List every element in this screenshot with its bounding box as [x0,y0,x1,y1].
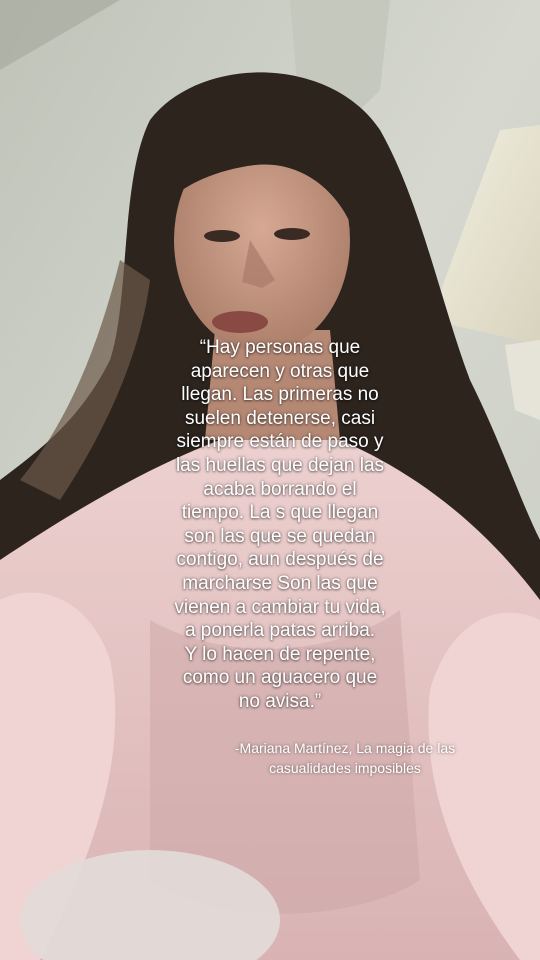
quote-line: acaba borrando el [203,478,357,500]
right-eye [274,228,310,240]
quote-line: vienen a cambiar tu vida, [174,596,386,618]
quote-line: como un aguacero que [182,667,378,689]
quote-attribution: -Mariana Martínez, La magia de las casua… [200,739,490,778]
attribution-line: casualidades imposibles [269,759,421,776]
quote-line: marcharse Son las que [182,572,378,594]
quote-line: contigo, aun después de [176,549,384,571]
quote-line: tiempo. La s que llegan [181,502,379,524]
quote-line: aparecen y otras que [190,360,370,382]
quote-text: “Hay personas que aparecen y otras que l… [130,336,430,714]
quote-line: a ponerla patas arriba. [184,620,376,642]
quote-line: las huellas que dejan las [175,454,385,476]
quote-line: Y lo hacen de repente, [184,643,376,665]
quote-line: llegan. Las primeras no [181,384,379,406]
quote-line: son las que se quedan [184,525,376,547]
left-eye [204,230,240,242]
quote-line: no avisa.” [238,690,322,712]
lips [212,311,268,333]
quote-line: “Hay personas que [199,337,361,358]
attribution-line: -Mariana Martínez, La magia de las [234,740,456,756]
quote-line: suelen detenerse, casi [184,407,376,429]
quote-line: siempre están de paso y [176,431,384,453]
